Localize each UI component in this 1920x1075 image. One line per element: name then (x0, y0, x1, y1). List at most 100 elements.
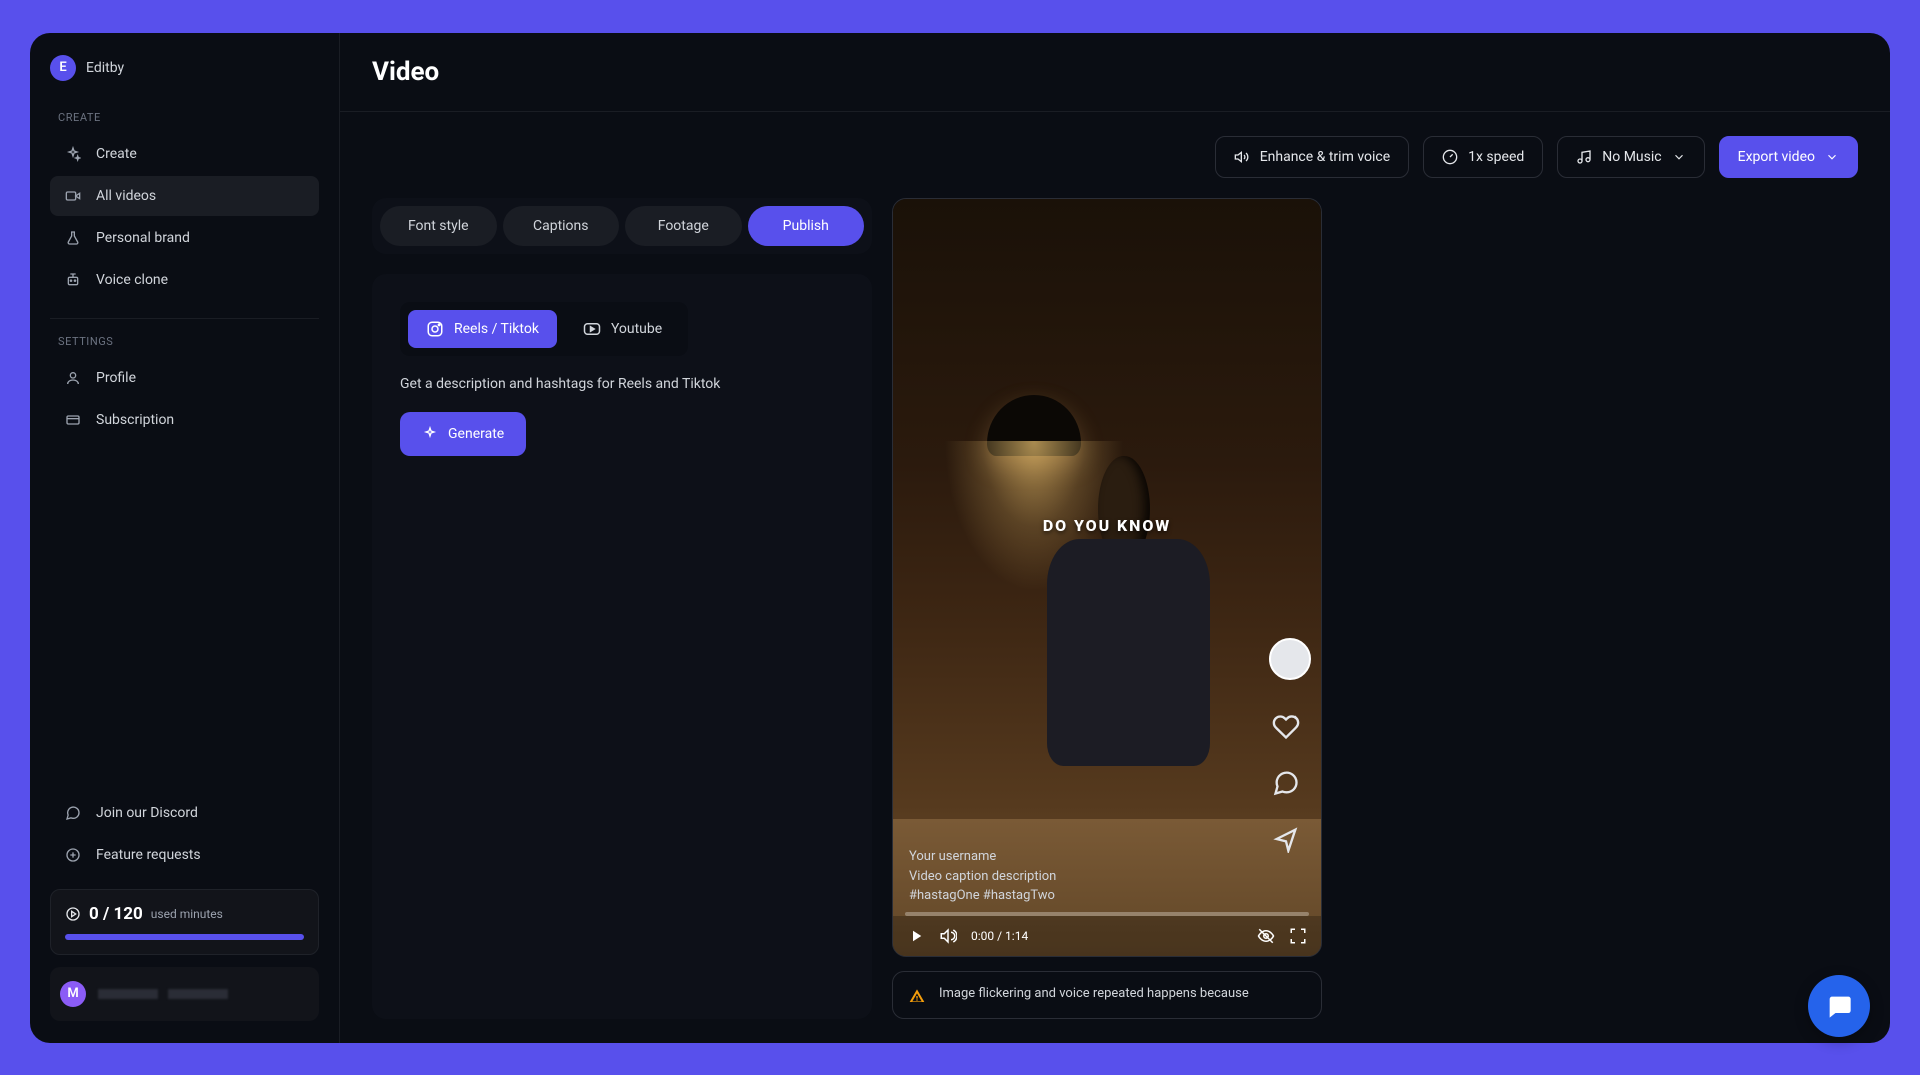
enhance-voice-button[interactable]: Enhance & trim voice (1215, 136, 1409, 178)
sidebar-item-label: Join our Discord (96, 805, 198, 821)
chat-icon (64, 804, 82, 822)
volume-icon[interactable] (939, 927, 957, 945)
workspace-name: Editby (86, 60, 124, 76)
visibility-off-icon[interactable] (1257, 927, 1275, 945)
preview-image (893, 199, 1321, 956)
sidebar: E Editby CREATE Create All videos Person… (30, 33, 340, 1043)
play-circle-icon (65, 906, 81, 922)
platform-reels-tiktok[interactable]: Reels / Tiktok (408, 310, 557, 348)
tab-captions[interactable]: Captions (503, 206, 620, 246)
video-time: 0:00 / 1:14 (971, 929, 1028, 943)
export-video-button[interactable]: Export video (1719, 136, 1858, 178)
page-header: Video (340, 33, 1890, 112)
usage-suffix: used minutes (151, 907, 223, 921)
video-preview[interactable]: DO YOU KNOW Your username Video caption … (892, 198, 1322, 957)
sidebar-item-label: Feature requests (96, 847, 201, 863)
user-details-masked (98, 989, 228, 999)
usage-bar (65, 934, 304, 940)
youtube-icon (583, 320, 601, 338)
toolbar: Enhance & trim voice 1x speed No Music E… (372, 136, 1858, 178)
app-window: E Editby CREATE Create All videos Person… (30, 33, 1890, 1043)
play-icon[interactable] (907, 927, 925, 945)
music-icon (1576, 149, 1592, 165)
video-controls: 0:00 / 1:14 (893, 916, 1321, 956)
sidebar-item-all-videos[interactable]: All videos (50, 176, 319, 216)
social-overlay (1269, 638, 1311, 856)
sidebar-item-voice-clone[interactable]: Voice clone (50, 260, 319, 300)
platform-tabs: Reels / Tiktok Youtube (400, 302, 688, 356)
chevron-down-icon (1825, 150, 1839, 164)
speaker-icon (1234, 149, 1250, 165)
flask-icon (64, 229, 82, 247)
button-label: Enhance & trim voice (1260, 149, 1390, 165)
sidebar-item-create[interactable]: Create (50, 134, 319, 174)
preview-hashtags: #hastagOne #hastagTwo (909, 886, 1056, 906)
preview-meta-overlay: Your username Video caption description … (909, 847, 1056, 906)
editor-column: Font style Captions Footage Publish Reel… (372, 198, 872, 1019)
workspace-switcher[interactable]: E Editby (50, 55, 319, 81)
warning-card: Image flickering and voice repeated happ… (892, 971, 1322, 1019)
usage-count: 0 / 120 (89, 904, 143, 924)
music-dropdown[interactable]: No Music (1557, 136, 1704, 178)
sidebar-item-subscription[interactable]: Subscription (50, 400, 319, 440)
sidebar-item-label: Voice clone (96, 272, 168, 288)
preview-caption-text: DO YOU KNOW (1043, 516, 1171, 535)
platform-label: Youtube (611, 321, 662, 337)
button-label: No Music (1602, 149, 1661, 165)
button-label: 1x speed (1468, 149, 1524, 165)
workspace-avatar: E (50, 55, 76, 81)
page-title: Video (372, 57, 1858, 87)
preview-username: Your username (909, 847, 1056, 867)
usage-card: 0 / 120 used minutes (50, 889, 319, 955)
section-label-settings: SETTINGS (50, 335, 319, 348)
publish-instruction: Get a description and hashtags for Reels… (400, 376, 844, 392)
section-label-create: CREATE (50, 111, 319, 124)
editor-tabs: Font style Captions Footage Publish (372, 198, 872, 254)
sidebar-item-feature-requests[interactable]: Feature requests (50, 835, 319, 875)
sidebar-item-discord[interactable]: Join our Discord (50, 793, 319, 833)
platform-youtube[interactable]: Youtube (565, 310, 680, 348)
sidebar-item-profile[interactable]: Profile (50, 358, 319, 398)
creator-avatar[interactable] (1269, 638, 1311, 680)
user-icon (64, 369, 82, 387)
button-label: Generate (448, 426, 504, 442)
gauge-icon (1442, 149, 1458, 165)
preview-description: Video caption description (909, 867, 1056, 887)
warning-icon (909, 988, 925, 1004)
fullscreen-icon[interactable] (1289, 927, 1307, 945)
sidebar-item-label: Create (96, 146, 137, 162)
tab-footage[interactable]: Footage (625, 206, 742, 246)
chat-bubble-icon (1825, 992, 1853, 1020)
warning-text: Image flickering and voice repeated happ… (939, 986, 1249, 1001)
sparkle-icon (64, 145, 82, 163)
tab-font-style[interactable]: Font style (380, 206, 497, 246)
sidebar-item-personal-brand[interactable]: Personal brand (50, 218, 319, 258)
comment-icon[interactable] (1269, 766, 1303, 800)
button-label: Export video (1738, 149, 1815, 165)
sidebar-item-label: Subscription (96, 412, 174, 428)
content-grid: Font style Captions Footage Publish Reel… (372, 198, 1858, 1019)
speed-button[interactable]: 1x speed (1423, 136, 1543, 178)
sidebar-item-label: Personal brand (96, 230, 190, 246)
publish-panel: Reels / Tiktok Youtube Get a description… (372, 274, 872, 1019)
card-icon (64, 411, 82, 429)
generate-button[interactable]: Generate (400, 412, 526, 456)
divider (50, 318, 319, 319)
main: Video Enhance & trim voice 1x speed No M… (340, 33, 1890, 1043)
page-body: Enhance & trim voice 1x speed No Music E… (340, 112, 1890, 1043)
tab-publish[interactable]: Publish (748, 206, 865, 246)
like-icon[interactable] (1269, 710, 1303, 744)
sparkle-icon (422, 426, 438, 442)
instagram-icon (426, 320, 444, 338)
user-menu[interactable]: M (50, 967, 319, 1021)
sidebar-item-label: Profile (96, 370, 136, 386)
plus-circle-icon (64, 846, 82, 864)
user-avatar: M (60, 981, 86, 1007)
video-icon (64, 187, 82, 205)
chevron-down-icon (1672, 150, 1686, 164)
chat-fab[interactable] (1808, 975, 1870, 1037)
preview-column: DO YOU KNOW Your username Video caption … (892, 198, 1322, 1019)
share-icon[interactable] (1269, 822, 1303, 856)
platform-label: Reels / Tiktok (454, 321, 539, 337)
sidebar-item-label: All videos (96, 188, 156, 204)
